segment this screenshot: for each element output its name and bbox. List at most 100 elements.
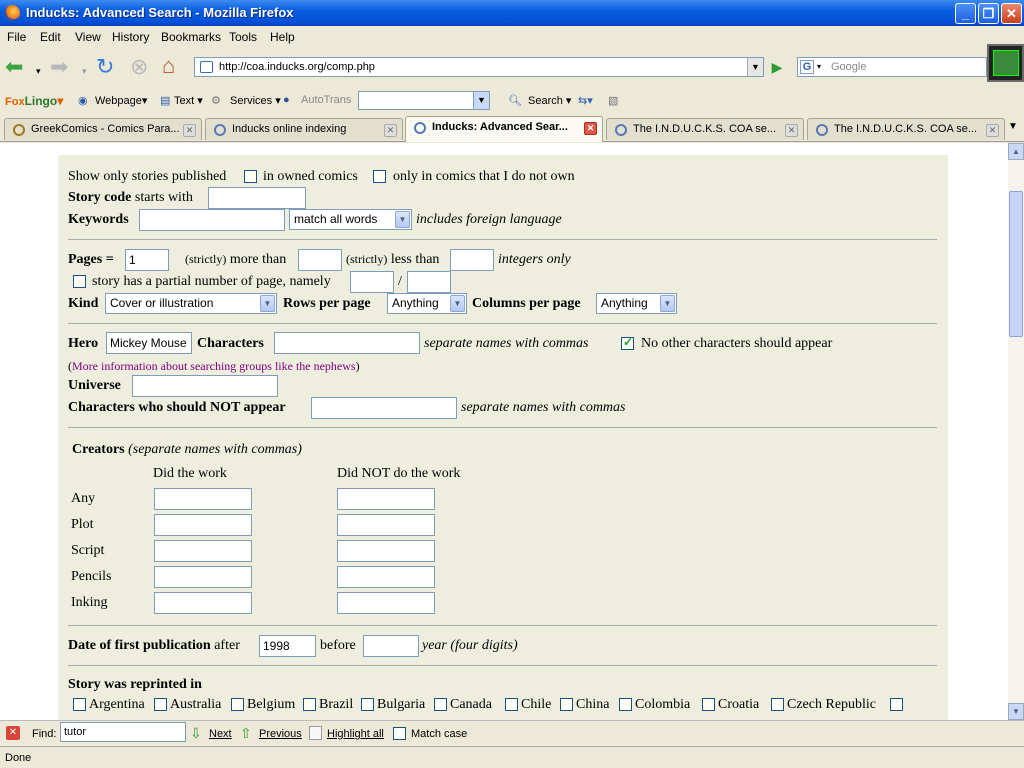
inking-didnot-input[interactable] bbox=[337, 592, 435, 614]
reload-icon[interactable]: ↻ bbox=[96, 56, 114, 78]
divider bbox=[68, 323, 937, 324]
story-code-input[interactable] bbox=[208, 187, 306, 209]
close-tab-icon[interactable]: ✕ bbox=[384, 124, 397, 137]
go-icon[interactable]: ▶ bbox=[767, 58, 787, 76]
url-bar[interactable]: http://coa.inducks.org/comp.php bbox=[194, 57, 764, 77]
find-previous-button[interactable]: Previous bbox=[259, 728, 302, 740]
country-checkbox-chile[interactable] bbox=[505, 698, 518, 711]
close-button[interactable]: ✕ bbox=[1001, 3, 1022, 24]
highlight-all-button[interactable]: Highlight all bbox=[327, 728, 384, 740]
chevron-down-icon: ▼ bbox=[395, 211, 410, 228]
script-did-input[interactable] bbox=[154, 540, 252, 562]
menu-file[interactable]: File bbox=[7, 30, 26, 44]
less-than-input[interactable] bbox=[450, 249, 494, 271]
country-checkbox-canada[interactable] bbox=[434, 698, 447, 711]
forward-dropdown-icon[interactable]: ▾ bbox=[82, 60, 87, 82]
not-owned-checkbox[interactable] bbox=[373, 170, 386, 183]
autotrans-button[interactable]: AutoTrans bbox=[301, 94, 351, 106]
stop-icon[interactable]: ⊗ bbox=[130, 56, 148, 78]
foxlingo-dropdown[interactable]: ▼ bbox=[358, 91, 490, 110]
any-did-input[interactable] bbox=[154, 488, 252, 510]
scroll-down-icon[interactable]: ▼ bbox=[1008, 703, 1024, 720]
close-find-icon[interactable]: ✕ bbox=[6, 726, 20, 740]
find-input[interactable]: tutor bbox=[60, 722, 186, 742]
close-tab-icon[interactable]: ✕ bbox=[584, 122, 597, 135]
partial-pages-checkbox[interactable] bbox=[73, 275, 86, 288]
text-menu[interactable]: Text ▾ bbox=[174, 94, 203, 107]
search-engine-box[interactable]: G ▾ Google bbox=[797, 57, 987, 77]
home-icon[interactable]: ⌂ bbox=[162, 55, 175, 77]
country-checkbox-belgium[interactable] bbox=[231, 698, 244, 711]
tab-coa-search-1[interactable]: The I.N.D.U.C.K.S. COA se... ✕ bbox=[606, 118, 804, 140]
menu-view[interactable]: View bbox=[75, 30, 101, 44]
keywords-input[interactable] bbox=[139, 209, 285, 231]
back-dropdown-icon[interactable]: ▾ bbox=[36, 60, 41, 82]
engine-dropdown-icon[interactable]: ▾ bbox=[817, 62, 821, 71]
match-case-checkbox[interactable] bbox=[393, 727, 406, 740]
country-checkbox-bulgaria[interactable] bbox=[361, 698, 374, 711]
pencils-did-input[interactable] bbox=[154, 566, 252, 588]
search-menu[interactable]: Search ▾ bbox=[528, 94, 571, 107]
tab-advanced-search[interactable]: Inducks: Advanced Sear... ✕ bbox=[405, 116, 603, 142]
scroll-up-icon[interactable]: ▲ bbox=[1008, 143, 1024, 160]
close-tab-icon[interactable]: ✕ bbox=[183, 124, 196, 137]
country-checkbox-australia[interactable] bbox=[154, 698, 167, 711]
owned-checkbox[interactable] bbox=[244, 170, 257, 183]
not-appear-input[interactable] bbox=[311, 397, 457, 419]
forward-icon[interactable]: ➡ bbox=[50, 56, 68, 78]
kind-select[interactable]: Cover or illustration ▼ bbox=[105, 293, 277, 314]
hero-input[interactable]: Mickey Mouse bbox=[106, 332, 192, 354]
more-than-input[interactable] bbox=[298, 249, 342, 271]
no-other-checkbox[interactable] bbox=[621, 335, 634, 350]
characters-input[interactable] bbox=[274, 332, 420, 354]
back-icon[interactable]: ⬅ bbox=[5, 56, 23, 78]
menu-edit[interactable]: Edit bbox=[40, 30, 61, 44]
tools-icon[interactable]: ▧ bbox=[608, 94, 618, 107]
plot-did-input[interactable] bbox=[154, 514, 252, 536]
plot-didnot-input[interactable] bbox=[337, 514, 435, 536]
translate-icon[interactable]: ⇆▾ bbox=[578, 94, 593, 107]
minimize-button[interactable]: _ bbox=[955, 3, 976, 24]
rows-select[interactable]: Anything ▼ bbox=[387, 293, 467, 314]
partial-num-input[interactable] bbox=[350, 271, 394, 293]
country-checkbox-china[interactable] bbox=[560, 698, 573, 711]
country-checkbox-next[interactable] bbox=[890, 698, 903, 711]
maximize-button[interactable]: ❐ bbox=[978, 3, 999, 24]
scroll-thumb[interactable] bbox=[1009, 191, 1023, 337]
keywords-mode-select[interactable]: match all words ▼ bbox=[289, 209, 412, 230]
script-didnot-input[interactable] bbox=[337, 540, 435, 562]
universe-input[interactable] bbox=[132, 375, 278, 397]
menu-help[interactable]: Help bbox=[270, 30, 295, 44]
pencils-didnot-input[interactable] bbox=[337, 566, 435, 588]
close-tab-icon[interactable]: ✕ bbox=[986, 124, 999, 137]
menu-history[interactable]: History bbox=[112, 30, 149, 44]
tab-inducks-indexing[interactable]: Inducks online indexing ✕ bbox=[205, 118, 403, 140]
country-checkbox-croatia[interactable] bbox=[702, 698, 715, 711]
country-checkbox-argentina[interactable] bbox=[73, 698, 86, 711]
close-tab-icon[interactable]: ✕ bbox=[785, 124, 798, 137]
menu-bookmarks[interactable]: Bookmarks bbox=[161, 30, 221, 44]
country-checkbox-colombia[interactable] bbox=[619, 698, 632, 711]
more-info-link[interactable]: More information about searching groups … bbox=[72, 359, 356, 373]
country-checkbox-czech-republic[interactable] bbox=[771, 698, 784, 711]
services-menu[interactable]: Services ▾ bbox=[230, 94, 281, 107]
inking-did-input[interactable] bbox=[154, 592, 252, 614]
country-checkbox-brazil[interactable] bbox=[303, 698, 316, 711]
after-year-input[interactable]: 1998 bbox=[259, 635, 316, 657]
url-dropdown-icon[interactable]: ▼ bbox=[747, 58, 763, 76]
tab-coa-search-2[interactable]: The I.N.D.U.C.K.S. COA se... ✕ bbox=[807, 118, 1005, 140]
vertical-scrollbar[interactable]: ▲ ▼ bbox=[1008, 143, 1024, 720]
tab-list-icon[interactable]: ▼ bbox=[1008, 121, 1018, 132]
foxlingo-logo[interactable]: FoxLingo▾ bbox=[5, 94, 63, 108]
pages-input[interactable]: 1 bbox=[125, 249, 169, 271]
partial-den-input[interactable] bbox=[407, 271, 451, 293]
google-icon[interactable]: G bbox=[800, 60, 814, 74]
find-next-button[interactable]: Next bbox=[209, 728, 232, 740]
before-year-input[interactable] bbox=[363, 635, 419, 657]
menu-tools[interactable]: Tools bbox=[229, 30, 257, 44]
columns-select[interactable]: Anything ▼ bbox=[596, 293, 677, 314]
webpage-menu[interactable]: Webpage▾ bbox=[95, 94, 147, 107]
divider bbox=[68, 625, 937, 626]
any-didnot-input[interactable] bbox=[337, 488, 435, 510]
tab-greekcomics[interactable]: GreekComics - Comics Para... ✕ bbox=[4, 118, 202, 140]
